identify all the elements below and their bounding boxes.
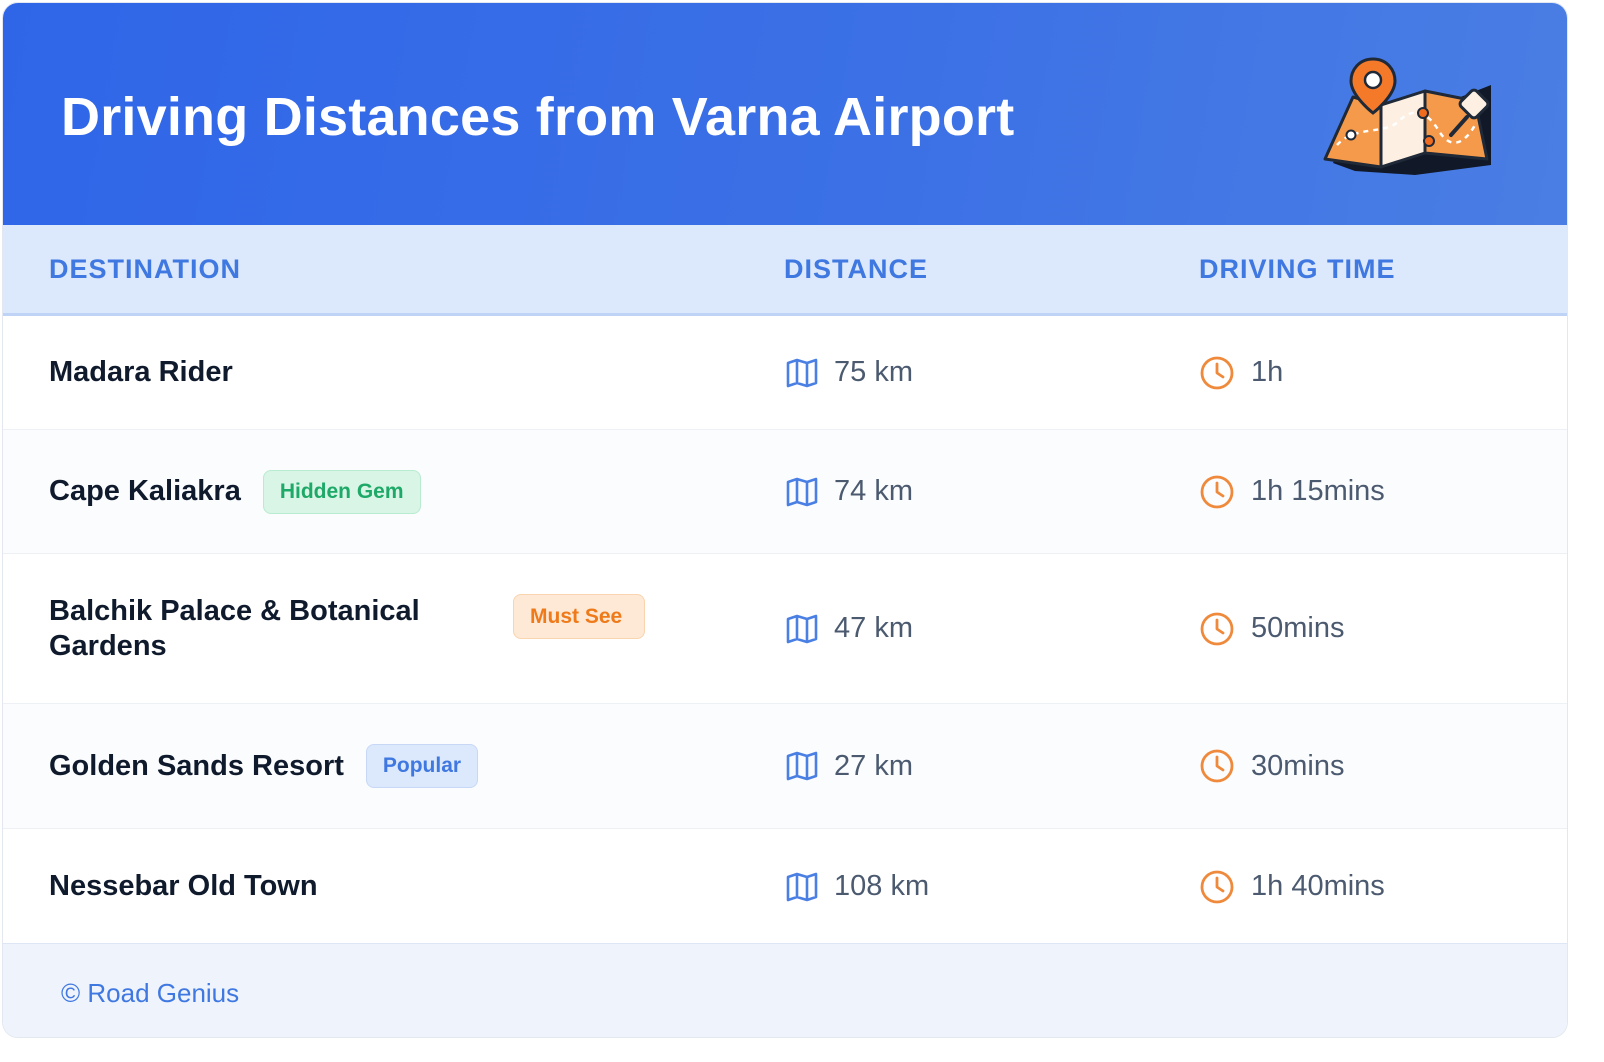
distance-value: 47 km	[834, 612, 913, 644]
distance-cell: 108 km	[786, 829, 929, 944]
distance-value: 27 km	[834, 749, 913, 782]
driving-time-value: 30mins	[1251, 749, 1345, 782]
map-icon	[786, 477, 818, 506]
destination-cell: Golden Sands Resort Popular	[49, 704, 479, 828]
driving-time-cell: 1h 40mins	[1199, 829, 1385, 944]
map-icon	[786, 751, 818, 781]
table-row: Cape Kaliakra Hidden Gem 74 km 1h 15mins	[3, 430, 1567, 554]
driving-time-cell: 50mins	[1199, 554, 1345, 703]
distance-cell: 75 km	[786, 316, 913, 429]
map-icon	[786, 358, 818, 387]
driving-time-value: 50mins	[1251, 612, 1345, 644]
map-icon	[786, 614, 818, 643]
destination-cell: Nessebar Old Town	[49, 829, 318, 944]
table-header: DESTINATION DISTANCE DRIVING TIME	[3, 225, 1567, 316]
clock-icon	[1200, 356, 1234, 389]
table-row: Balchik Palace & Botanical Gardens Must …	[3, 554, 1567, 704]
table-row: Golden Sands Resort Popular 27 km 30mins	[3, 704, 1567, 829]
column-header-destination: DESTINATION	[49, 254, 241, 284]
distance-card: Driving Distances from Varna Airport DES…	[2, 2, 1568, 1038]
page-title: Driving Distances from Varna Airport	[61, 87, 1015, 147]
destination-cell: Balchik Palace & Botanical Gardens	[49, 554, 469, 703]
distance-value: 75 km	[834, 356, 913, 388]
driving-time-cell: 1h 15mins	[1199, 430, 1385, 553]
driving-time-cell: 30mins	[1199, 704, 1345, 828]
clock-icon	[1200, 749, 1234, 783]
distance-cell: 74 km	[786, 430, 913, 553]
footer-credit: © Road Genius	[61, 978, 240, 1008]
table-row: Madara Rider 75 km 1h	[3, 316, 1567, 430]
clock-icon	[1200, 612, 1234, 645]
destination-name: Golden Sands Resort	[49, 749, 344, 782]
card-header: Driving Distances from Varna Airport	[3, 3, 1567, 225]
destination-name: Madara Rider	[49, 356, 233, 388]
map-pin-illustration-icon	[1323, 57, 1491, 175]
distance-value: 74 km	[834, 475, 913, 507]
destination-name: Balchik Palace & Botanical Gardens	[49, 594, 420, 662]
driving-time-value: 1h 15mins	[1251, 475, 1385, 507]
must-see-badge: Must See	[513, 594, 645, 639]
driving-time-cell: 1h	[1199, 316, 1283, 429]
destination-cell: Cape Kaliakra Hidden Gem	[49, 430, 421, 553]
table-row: Nessebar Old Town 108 km 1h 40mins	[3, 829, 1567, 944]
driving-time-value: 1h 40mins	[1251, 870, 1385, 902]
distance-cell: 47 km	[786, 554, 913, 703]
driving-time-value: 1h	[1251, 356, 1284, 388]
distance-value: 108 km	[834, 870, 930, 902]
clock-icon	[1200, 475, 1234, 508]
hidden-gem-badge: Hidden Gem	[262, 469, 421, 514]
destination-name: Nessebar Old Town	[49, 870, 318, 902]
map-icon	[786, 872, 818, 901]
distance-cell: 27 km	[786, 704, 913, 828]
column-header-driving-time: DRIVING TIME	[1199, 254, 1396, 284]
clock-icon	[1200, 870, 1234, 903]
destination-name: Cape Kaliakra	[49, 475, 241, 507]
popular-badge: Popular	[365, 744, 479, 788]
column-header-distance: DISTANCE	[784, 254, 929, 284]
card-footer: © Road Genius	[3, 943, 1567, 1037]
destination-cell: Madara Rider	[49, 316, 233, 429]
